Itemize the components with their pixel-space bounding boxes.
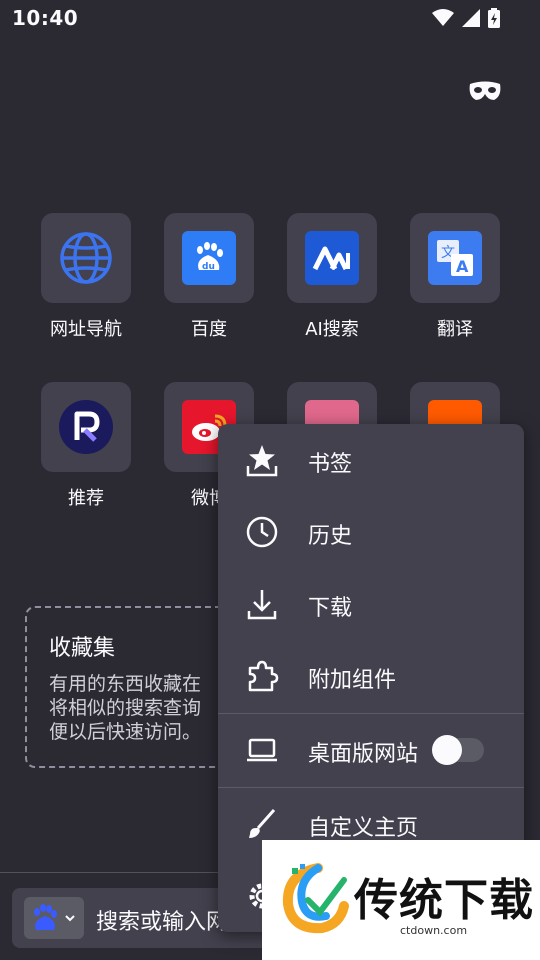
menu-item-label: 附加组件 (308, 668, 397, 693)
toggle-knob (432, 735, 462, 765)
menu-item-label: 自定义主页 (308, 816, 419, 841)
shortcut-label: 翻译 (437, 319, 473, 340)
download-icon (247, 590, 277, 620)
shortcut-tile[interactable]: 文 A (410, 213, 500, 303)
shortcut-tile[interactable] (41, 382, 131, 472)
shortcut-tile[interactable]: du (164, 213, 254, 303)
wifi-icon (432, 9, 454, 26)
battery-charging-icon (488, 8, 500, 28)
shortcut-ai-search[interactable]: AI搜索 (272, 213, 392, 341)
shortcut-translate[interactable]: 文 A 翻译 (395, 213, 515, 341)
status-time: 10:40 (12, 6, 79, 30)
shortcut-recommend[interactable]: 推荐 (26, 382, 146, 510)
history-clock-icon (246, 516, 278, 548)
translate-icon: 文 A (428, 231, 482, 285)
status-bar: 10:40 (0, 0, 540, 36)
baidu-paw-icon (34, 904, 57, 930)
svg-text:du: du (202, 262, 215, 272)
globe-icon (60, 232, 112, 284)
watermark-title: 传统下载 (354, 875, 534, 926)
recommend-icon (59, 400, 113, 454)
watermark-logo-icon (282, 863, 349, 934)
menu-item-desktop-site[interactable]: 桌面版网站 (218, 714, 524, 786)
bookmark-star-icon (246, 445, 278, 477)
addons-puzzle-icon (248, 660, 279, 692)
desktop-laptop-icon (247, 738, 277, 762)
chevron-down-icon (65, 915, 75, 922)
menu-item-label: 历史 (308, 524, 353, 549)
search-input[interactable]: 搜索或输入网 (96, 904, 228, 936)
shortcut-label: AI搜索 (305, 319, 359, 340)
menu-item-bookmarks[interactable]: 书签 (218, 424, 524, 496)
shortcut-tile[interactable] (41, 213, 131, 303)
shortcut-label: 推荐 (68, 488, 104, 509)
menu-item-addons[interactable]: 附加组件 (218, 640, 524, 712)
paintbrush-icon (249, 809, 276, 838)
menu-item-downloads[interactable]: 下载 (218, 568, 524, 640)
signal-icon (462, 9, 480, 27)
status-icons (432, 8, 500, 28)
menu-item-label: 书签 (308, 452, 353, 477)
watermark-url: ctdown.com (400, 924, 468, 937)
ai-search-icon (305, 231, 359, 285)
watermark-overlay: 传统下载 ctdown.com (262, 840, 540, 960)
baidu-icon: du (182, 231, 236, 285)
search-engine-selector[interactable] (24, 897, 84, 939)
shortcut-tile[interactable] (287, 213, 377, 303)
shortcut-baidu[interactable]: du 百度 (149, 213, 269, 341)
shortcut-label: 百度 (191, 319, 227, 340)
menu-item-label: 下载 (308, 596, 353, 621)
menu-item-history[interactable]: 历史 (218, 496, 524, 568)
menu-item-label: 桌面版网站 (308, 742, 419, 767)
svg-text:A: A (456, 257, 469, 276)
desktop-site-toggle[interactable] (432, 735, 484, 765)
shortcut-nav[interactable]: 网址导航 (26, 213, 146, 341)
private-browsing-mask-icon[interactable] (468, 80, 502, 104)
shortcut-label: 网址导航 (50, 319, 122, 340)
